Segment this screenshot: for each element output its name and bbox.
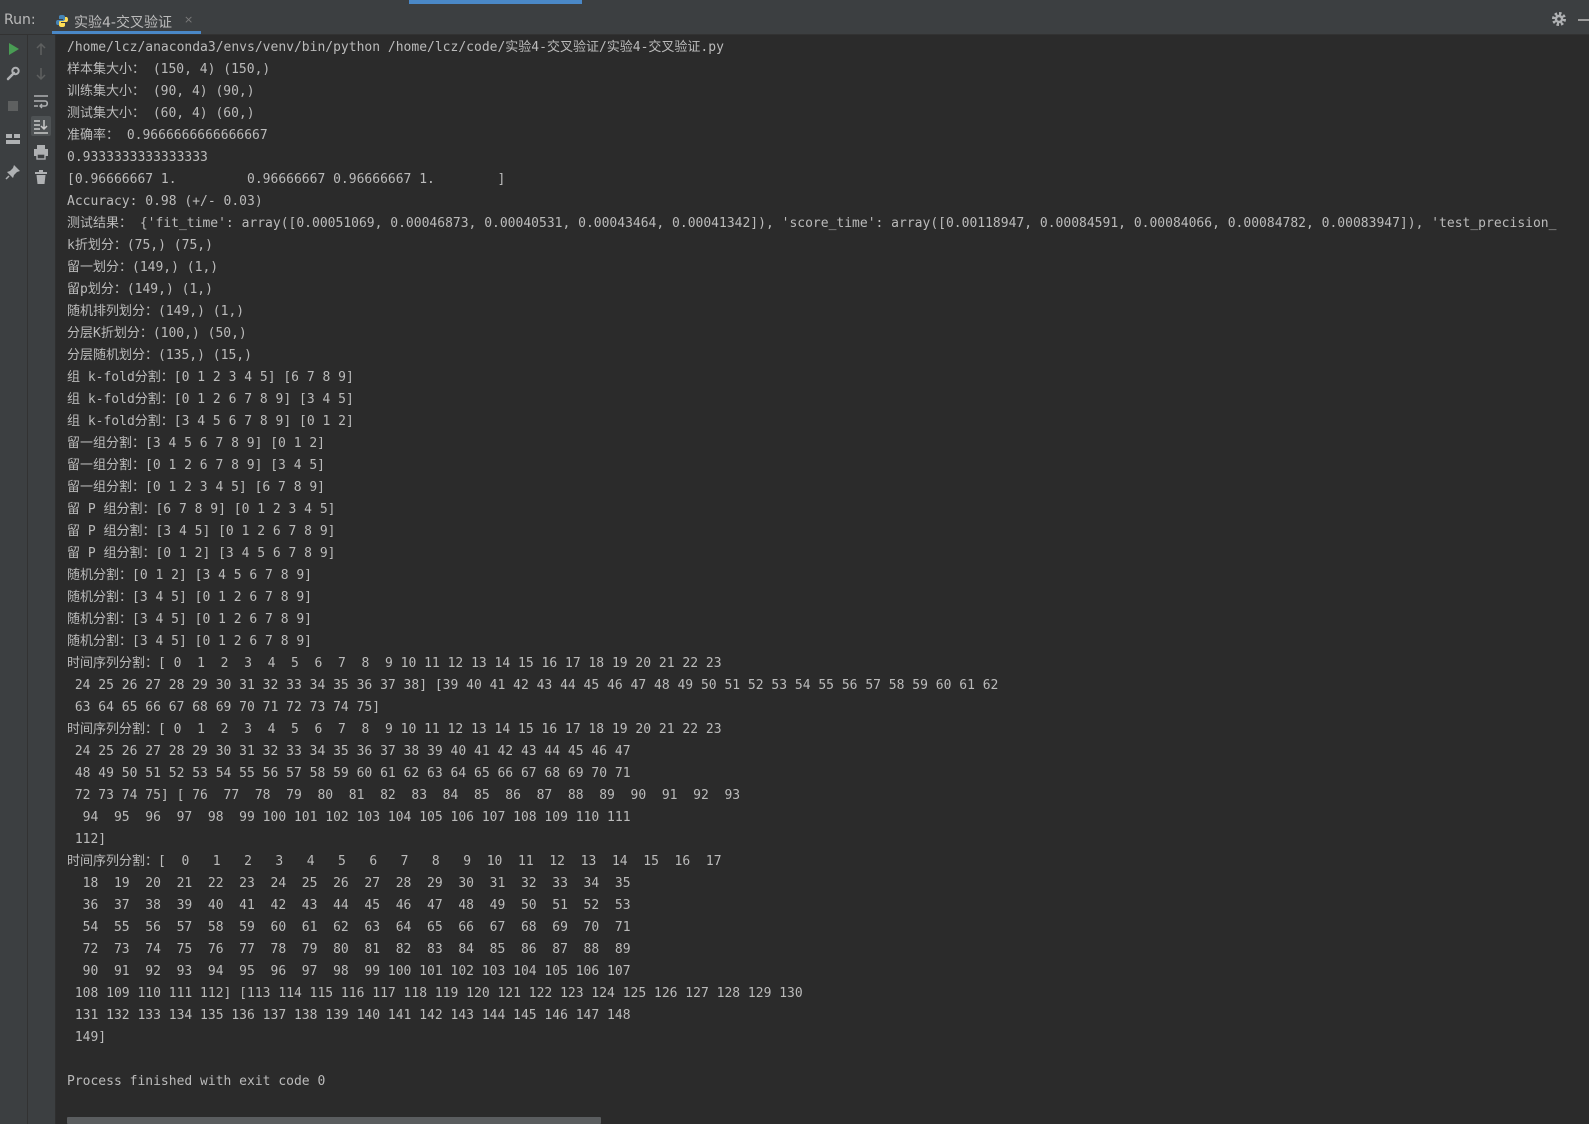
- console-line: 18 19 20 21 22 23 24 25 26 27 28 29 30 3…: [67, 876, 631, 891]
- up-arrow-icon[interactable]: [32, 40, 50, 58]
- console-line: 留一组分割：[0 1 2 3 4 5] [6 7 8 9]: [67, 480, 326, 495]
- down-arrow-icon[interactable]: [32, 65, 50, 83]
- trash-icon[interactable]: [32, 168, 50, 186]
- run-panel-header: Run: 实验4-交叉验证 ×: [0, 5, 1589, 35]
- console-line: 留一组分割：[3 4 5 6 7 8 9] [0 1 2]: [67, 436, 326, 451]
- console-line: 24 25 26 27 28 29 30 31 32 33 34 35 36 3…: [67, 678, 999, 693]
- console-line: 149]: [67, 1030, 107, 1045]
- console-line: 72 73 74 75] [ 76 77 78 79 80 81 82 83 8…: [67, 788, 741, 803]
- console-toolbar: [28, 35, 56, 1124]
- python-icon: [55, 13, 69, 27]
- console-line: 24 25 26 27 28 29 30 31 32 33 34 35 36 3…: [67, 744, 631, 759]
- console-line: 留一组分割：[0 1 2 6 7 8 9] [3 4 5]: [67, 458, 326, 473]
- console-line: 时间序列分割：[ 0 1 2 3 4 5 6 7 8 9 10 11 12 13…: [67, 656, 722, 671]
- console-line: 随机分割：[0 1 2] [3 4 5 6 7 8 9]: [67, 568, 313, 583]
- console-line: 54 55 56 57 58 59 60 61 62 63 64 65 66 6…: [67, 920, 631, 935]
- scroll-to-end-icon[interactable]: [31, 116, 51, 136]
- console-line: 留 P 组分割：[6 7 8 9] [0 1 2 3 4 5]: [67, 502, 336, 517]
- console-line: 留p划分：(149,) (1,): [67, 282, 213, 297]
- console-line: 留一划分：(149,) (1,): [67, 260, 219, 275]
- console-line: 随机排列划分：(149,) (1,): [67, 304, 245, 319]
- console-line: 48 49 50 51 52 53 54 55 56 57 58 59 60 6…: [67, 766, 631, 781]
- run-label: Run:: [4, 12, 36, 28]
- console-line: 时间序列分割：[ 0 1 2 3 4 5 6 7 8 9 10 11 12 13…: [67, 854, 722, 869]
- console-line: 训练集大小： (90, 4) (90,): [67, 84, 255, 99]
- console-line: 分层K折划分：(100,) (50,): [67, 326, 247, 341]
- minimize-icon[interactable]: [1578, 19, 1589, 21]
- console-line: 63 64 65 66 67 68 69 70 71 72 73 74 75]: [67, 700, 381, 715]
- console-line: 0.9333333333333333: [67, 150, 208, 165]
- console-line: Process finished with exit code 0: [67, 1074, 326, 1089]
- console-line: [0.96666667 1. 0.96666667 0.96666667 1. …: [67, 172, 506, 187]
- console-line: 测试结果： {'fit_time': array([0.00051069, 0.…: [67, 216, 1557, 231]
- console-line: 准确率： 0.9666666666666667: [67, 128, 268, 143]
- pin-icon[interactable]: [4, 163, 22, 181]
- console-line: 组 k-fold分割：[0 1 2 6 7 8 9] [3 4 5]: [67, 392, 354, 407]
- print-icon[interactable]: [32, 143, 50, 161]
- tab-run-configuration[interactable]: 实验4-交叉验证 ×: [52, 5, 201, 34]
- top-accent-bar: [409, 0, 582, 4]
- console-line: Accuracy: 0.98 (+/- 0.03): [67, 194, 263, 209]
- gear-icon[interactable]: [1550, 10, 1568, 28]
- console-line: 108 109 110 111 112] [113 114 115 116 11…: [67, 986, 803, 1001]
- tab-close-icon[interactable]: ×: [184, 13, 193, 26]
- console-line: 组 k-fold分割：[3 4 5 6 7 8 9] [0 1 2]: [67, 414, 354, 429]
- console-line: 94 95 96 97 98 99 100 101 102 103 104 10…: [67, 810, 631, 825]
- soft-wrap-icon[interactable]: [32, 92, 50, 110]
- tab-title: 实验4-交叉验证: [74, 15, 172, 31]
- console-line: 112]: [67, 832, 107, 847]
- console-line: 测试集大小： (60, 4) (60,): [67, 106, 255, 121]
- layout-icon[interactable]: [4, 130, 22, 148]
- console-line: 样本集大小： (150, 4) (150,): [67, 62, 271, 77]
- console-line: k折划分：(75,) (75,): [67, 238, 213, 253]
- horizontal-scrollbar-thumb[interactable]: [67, 1117, 601, 1124]
- console-lines: /home/lcz/anaconda3/envs/venv/bin/python…: [67, 37, 1556, 1093]
- tab-active-underline: [52, 31, 201, 34]
- stop-icon[interactable]: [4, 97, 22, 115]
- console-line: 留 P 组分割：[3 4 5] [0 1 2 6 7 8 9]: [67, 524, 336, 539]
- console-line: 组 k-fold分割：[0 1 2 3 4 5] [6 7 8 9]: [67, 370, 354, 385]
- console-line: 留 P 组分割：[0 1 2] [3 4 5 6 7 8 9]: [67, 546, 336, 561]
- console-line: 分层随机划分：(135,) (15,): [67, 348, 252, 363]
- console-line: 131 132 133 134 135 136 137 138 139 140 …: [67, 1008, 631, 1023]
- console-line: 36 37 38 39 40 41 42 43 44 45 46 47 48 4…: [67, 898, 631, 913]
- console-line: /home/lcz/anaconda3/envs/venv/bin/python…: [67, 40, 724, 55]
- console-line: 随机分割：[3 4 5] [0 1 2 6 7 8 9]: [67, 634, 313, 649]
- run-toolbar-left: [0, 35, 28, 1124]
- console-line: 72 73 74 75 76 77 78 79 80 81 82 83 84 8…: [67, 942, 631, 957]
- horizontal-scrollbar[interactable]: [67, 1117, 1587, 1124]
- run-icon[interactable]: [4, 40, 22, 58]
- console-line: 随机分割：[3 4 5] [0 1 2 6 7 8 9]: [67, 612, 313, 627]
- console-line: 90 91 92 93 94 95 96 97 98 99 100 101 10…: [67, 964, 631, 979]
- console-line: 随机分割：[3 4 5] [0 1 2 6 7 8 9]: [67, 590, 313, 605]
- console-line: 时间序列分割：[ 0 1 2 3 4 5 6 7 8 9 10 11 12 13…: [67, 722, 722, 737]
- console-output[interactable]: /home/lcz/anaconda3/envs/venv/bin/python…: [56, 35, 1589, 1124]
- wrench-icon[interactable]: [4, 65, 22, 83]
